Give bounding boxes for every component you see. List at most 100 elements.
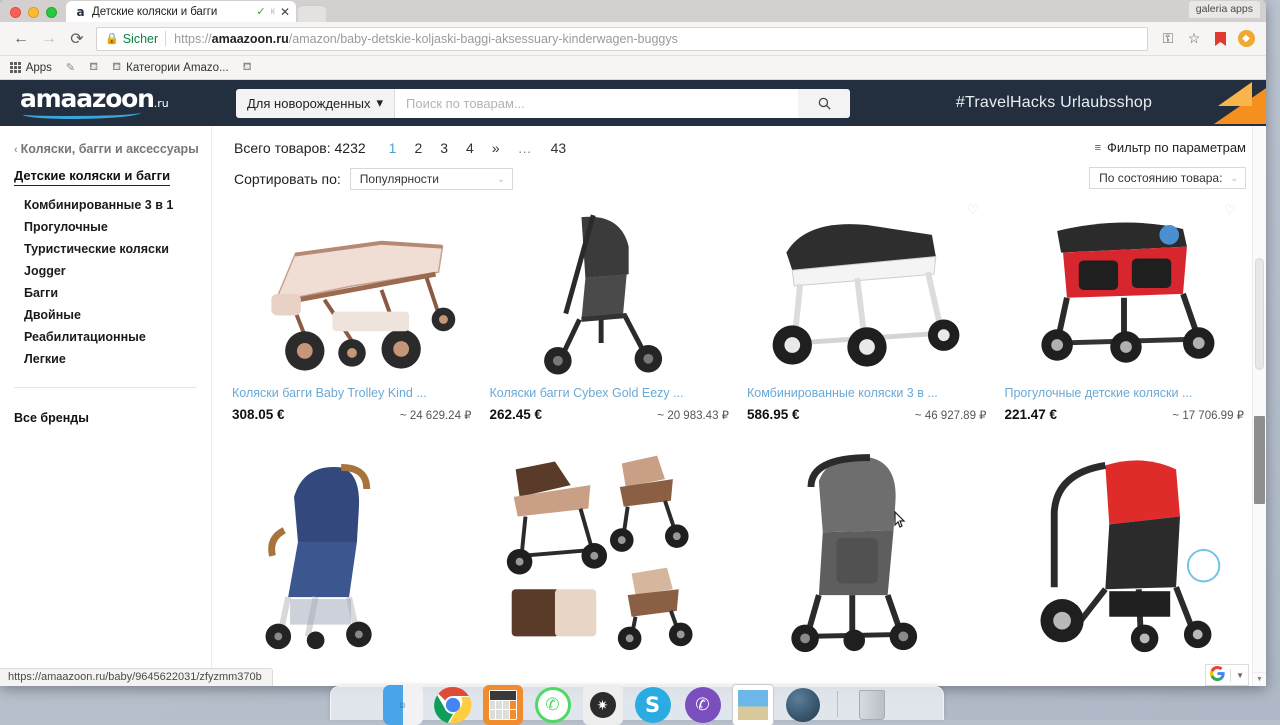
- preview-icon[interactable]: [783, 685, 823, 725]
- bookmark-pen[interactable]: ✎: [66, 61, 75, 74]
- page-content: ‹ Коляски, багги и аксессуары Детские ко…: [0, 126, 1266, 686]
- sidebar-item-kombinirovannye[interactable]: Комбинированные 3 в 1: [24, 195, 201, 217]
- product-card[interactable]: Коляски багги Cybex Gold Eezy ... 262.45…: [486, 194, 734, 422]
- product-image[interactable]: [232, 438, 472, 653]
- profile-avatar-icon[interactable]: ◆: [1234, 27, 1258, 51]
- product-title[interactable]: Комбинированные коляски 3 в ...: [747, 386, 987, 401]
- viber-icon[interactable]: ✆: [683, 685, 723, 725]
- close-tab-icon[interactable]: ✕: [280, 6, 290, 18]
- site-logo[interactable]: amaazoon.ru: [14, 87, 214, 119]
- search-category-label: Для новорожденных: [247, 96, 370, 111]
- product-grid-row-1: Коляски багги Baby Trolley Kind ... 308.…: [228, 194, 1248, 422]
- product-title[interactable]: Коляски багги Baby Trolley Kind ...: [232, 386, 472, 401]
- chevron-down-icon[interactable]: ▼: [1236, 671, 1244, 680]
- bookmark-galeria-apps[interactable]: galeria apps: [1189, 1, 1260, 18]
- phone-icon[interactable]: ✆: [533, 685, 573, 725]
- calculator-icon[interactable]: [483, 685, 523, 725]
- sidebar-active-category[interactable]: Детские коляски и багги: [14, 168, 170, 186]
- bookmark-apps[interactable]: Apps: [10, 62, 52, 74]
- sidebar-item-turisticheskie[interactable]: Туристические коляски: [24, 239, 201, 261]
- filter-label: Фильтр по параметрам: [1107, 140, 1246, 155]
- sidebar-item-reabilitacionnye[interactable]: Реабилитационные: [24, 327, 201, 349]
- sort-dropdown[interactable]: Популярности ⌄: [350, 168, 513, 190]
- product-image[interactable]: [1005, 438, 1245, 653]
- product-title[interactable]: Прогулочные детские коляски ...: [1005, 386, 1245, 401]
- favorite-heart-icon[interactable]: ♡: [967, 202, 979, 218]
- sidebar-item-progulochnye[interactable]: Прогулочные: [24, 217, 201, 239]
- scrollbar-thumb[interactable]: [1254, 416, 1265, 504]
- bookmark-categories[interactable]: ⛾ Категории Amazo...: [112, 61, 229, 75]
- address-bar[interactable]: 🔒 Sicher https://amaazoon.ru/amazon/baby…: [96, 27, 1148, 51]
- google-translate-badge[interactable]: ▼: [1205, 664, 1249, 686]
- product-image[interactable]: [490, 194, 730, 379]
- close-window-button[interactable]: [10, 7, 21, 18]
- sidebar-all-brands[interactable]: Все бренды: [14, 411, 201, 425]
- key-icon[interactable]: ⚿: [1156, 27, 1180, 51]
- stroller-icon: ⛾: [89, 61, 98, 75]
- site-header: amaazoon.ru Для новорожденных ▾ #TravelH…: [0, 80, 1266, 126]
- reload-button[interactable]: ⟳: [64, 26, 90, 52]
- page-link-3[interactable]: 3: [431, 141, 457, 155]
- promo-banner-text[interactable]: #TravelHacks Urlaubsshop: [856, 94, 1252, 112]
- sidebar-item-baggi[interactable]: Багги: [24, 283, 201, 305]
- filter-button[interactable]: ≡ Фильтр по параметрам: [1089, 140, 1246, 155]
- breadcrumb[interactable]: ‹ Коляски, багги и аксессуары: [14, 142, 201, 156]
- scrollbar-thumb-light[interactable]: [1255, 258, 1264, 370]
- product-image[interactable]: [747, 194, 987, 379]
- browser-tab-active[interactable]: a Детские коляски и багги ✓ к ✕: [66, 1, 296, 22]
- product-card[interactable]: [486, 438, 734, 653]
- product-image[interactable]: [1005, 194, 1245, 379]
- chrome-icon[interactable]: [433, 685, 473, 725]
- product-card[interactable]: [743, 438, 991, 653]
- star-icon[interactable]: ☆: [1182, 27, 1206, 51]
- bookmark-stroller-1[interactable]: ⛾: [89, 61, 98, 75]
- settings-icon[interactable]: ✷: [583, 685, 623, 725]
- product-price-rub: ~ 46 927.89 ₽: [915, 408, 987, 422]
- google-g-icon: [1210, 666, 1225, 685]
- product-image[interactable]: [490, 438, 730, 653]
- sidebar-item-dvoynye[interactable]: Двойные: [24, 305, 201, 327]
- product-price-eur: 221.47 €: [1005, 407, 1058, 422]
- product-price-row: 262.45 € ~ 20 983.43 ₽: [490, 407, 730, 422]
- skype-icon[interactable]: S: [633, 685, 673, 725]
- product-price-eur: 586.95 €: [747, 407, 800, 422]
- product-price-rub: ~ 24 629.24 ₽: [400, 408, 472, 422]
- product-image[interactable]: [747, 438, 987, 653]
- minimize-window-button[interactable]: [28, 7, 39, 18]
- search-input[interactable]: [395, 89, 798, 118]
- new-tab-button[interactable]: [298, 5, 326, 22]
- chevron-down-icon: ⌄: [497, 174, 505, 185]
- product-card[interactable]: [228, 438, 476, 653]
- product-card[interactable]: Коляски багги Baby Trolley Kind ... 308.…: [228, 194, 476, 422]
- search-submit-button[interactable]: [798, 89, 850, 118]
- page-link-last[interactable]: 43: [542, 141, 576, 155]
- product-card[interactable]: [1001, 438, 1249, 653]
- page-link-4[interactable]: 4: [457, 141, 483, 155]
- trash-icon[interactable]: [852, 685, 892, 725]
- page-scrollbar[interactable]: [1252, 126, 1266, 686]
- page-next-button[interactable]: »: [483, 141, 509, 155]
- tab-strip: a Детские коляски и багги ✓ к ✕ galeria …: [0, 0, 1266, 22]
- product-image[interactable]: [232, 194, 472, 379]
- page-link-1[interactable]: 1: [380, 141, 406, 155]
- back-button[interactable]: ←: [8, 26, 34, 52]
- photos-icon[interactable]: [733, 685, 773, 725]
- product-card[interactable]: ♡ Комбинирова: [743, 194, 991, 422]
- sidebar-item-jogger[interactable]: Jogger: [24, 261, 201, 283]
- search-category-dropdown[interactable]: Для новорожденных ▾: [236, 89, 395, 118]
- finder-icon[interactable]: ☺: [383, 685, 423, 725]
- product-title[interactable]: Коляски багги Cybex Gold Eezy ...: [490, 386, 730, 401]
- maximize-window-button[interactable]: [46, 7, 57, 18]
- logo-smile-icon: [23, 108, 142, 119]
- product-card[interactable]: ♡: [1001, 194, 1249, 422]
- forward-button[interactable]: →: [36, 26, 62, 52]
- favorite-heart-icon[interactable]: ♡: [1224, 202, 1236, 218]
- product-price-rub: ~ 20 983.43 ₽: [657, 408, 729, 422]
- rose-gold-stroller-image: [234, 194, 470, 379]
- scroll-down-arrow-icon[interactable]: ▼: [1252, 672, 1266, 686]
- bookmark-icon[interactable]: [1208, 27, 1232, 51]
- sidebar-item-legkie[interactable]: Легкие: [24, 349, 201, 371]
- bookmark-stroller-2[interactable]: ⛾: [243, 61, 252, 75]
- condition-dropdown[interactable]: По состоянию товара: ⌄: [1089, 167, 1246, 189]
- page-link-2[interactable]: 2: [405, 141, 431, 155]
